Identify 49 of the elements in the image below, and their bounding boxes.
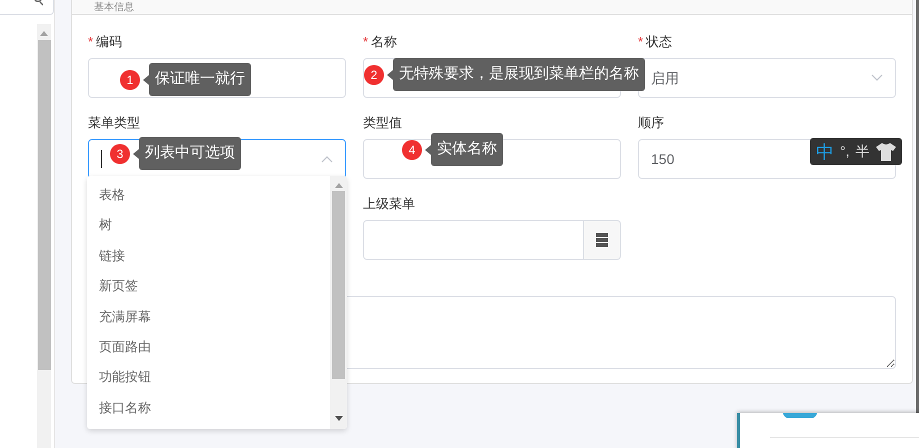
field-label: 状态 bbox=[646, 33, 672, 52]
chevron-up-icon bbox=[321, 155, 333, 163]
required-mark: * bbox=[88, 33, 94, 52]
pointer-icon bbox=[143, 74, 149, 84]
tooltip: 列表中可选项 bbox=[139, 137, 241, 170]
dropdown-option[interactable]: 充满屏幕 bbox=[99, 308, 330, 338]
pointer-icon bbox=[425, 144, 431, 154]
select-field[interactable]: 启用 bbox=[638, 58, 896, 98]
shirt-icon[interactable] bbox=[876, 142, 896, 160]
select-value: 启用 bbox=[651, 68, 679, 88]
section-title: 基本信息 bbox=[94, 2, 134, 14]
tooltip: 保证唯一就行 bbox=[149, 63, 251, 96]
dropdown-option[interactable]: 树 bbox=[99, 216, 330, 247]
ime-mode[interactable]: 中 bbox=[816, 142, 834, 162]
scrollbar-thumb[interactable] bbox=[332, 191, 345, 379]
dropdown-option[interactable]: 新页签 bbox=[99, 277, 330, 308]
field-label: 顺序 bbox=[638, 114, 664, 132]
field-label: 编码 bbox=[96, 33, 122, 52]
dropdown-option[interactable]: 功能按钮 bbox=[99, 368, 330, 399]
pointer-icon bbox=[133, 148, 139, 158]
dropdown-option[interactable]: 表格 bbox=[99, 186, 330, 216]
list-button[interactable] bbox=[584, 220, 621, 260]
chevron-down-icon bbox=[871, 74, 883, 82]
required-mark: * bbox=[363, 33, 368, 52]
tooltip: 实体名称 bbox=[431, 133, 503, 166]
required-mark: * bbox=[638, 33, 644, 52]
ime-width[interactable]: 半 bbox=[856, 141, 870, 162]
search-field[interactable] bbox=[0, 0, 54, 15]
search-icon bbox=[33, 0, 43, 6]
dropdown-option[interactable]: 接口名称 bbox=[99, 398, 330, 429]
dropdown-option[interactable]: 链接 bbox=[99, 246, 330, 278]
scrollbar[interactable] bbox=[330, 176, 347, 429]
text-field[interactable] bbox=[363, 220, 584, 260]
ime-punct[interactable]: °, bbox=[840, 141, 850, 162]
scrollbar[interactable] bbox=[37, 24, 51, 448]
field-label: 名称 bbox=[371, 33, 398, 52]
text-cursor bbox=[101, 150, 102, 168]
scroll-down-icon[interactable] bbox=[334, 416, 342, 421]
scroll-up-icon[interactable] bbox=[40, 31, 48, 36]
field-label: 类型值 bbox=[363, 114, 402, 132]
field-label: 上级菜单 bbox=[363, 195, 415, 214]
pointer-icon bbox=[387, 70, 393, 80]
field-label: 菜单类型 bbox=[88, 114, 140, 132]
dropdown-option[interactable]: 页面路由 bbox=[99, 338, 330, 368]
scrollbar-thumb[interactable] bbox=[38, 40, 50, 370]
list-icon bbox=[596, 233, 608, 247]
tooltip: 无特殊要求，是展现到菜单栏的名称 bbox=[393, 58, 645, 91]
arc-icon bbox=[783, 413, 817, 418]
scroll-up-icon[interactable] bbox=[334, 183, 342, 188]
